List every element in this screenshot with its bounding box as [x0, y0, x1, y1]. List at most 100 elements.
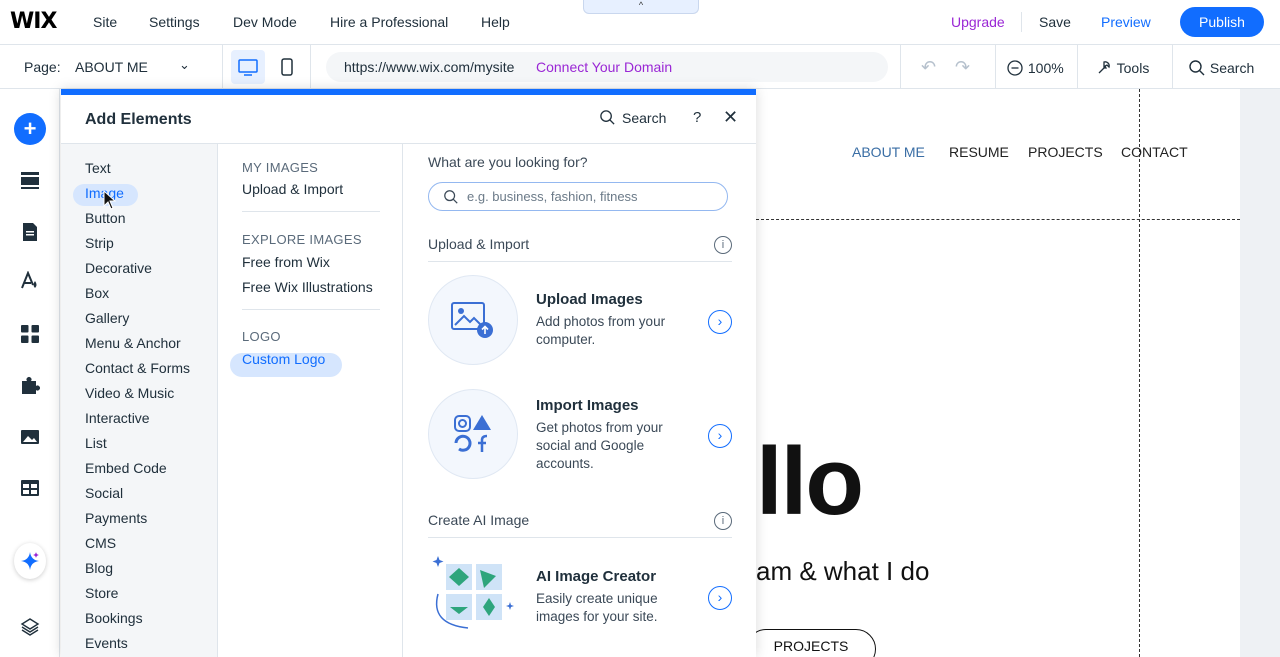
divider [428, 537, 732, 538]
redo-icon[interactable]: ↷ [955, 57, 970, 78]
add-elements-button[interactable]: + [14, 113, 46, 145]
media-button[interactable] [14, 421, 46, 453]
category-bookings[interactable]: Bookings [85, 610, 143, 626]
menu-help[interactable]: Help [481, 14, 510, 30]
divider [428, 261, 732, 262]
table-icon [21, 480, 39, 496]
image-search-input[interactable]: e.g. business, fashion, fitness [428, 182, 728, 211]
category-cms[interactable]: CMS [85, 535, 116, 551]
layers-icon [20, 618, 40, 636]
free-from-wix-link[interactable]: Free from Wix [242, 254, 330, 270]
projects-button[interactable]: PROJECTS [746, 629, 876, 657]
category-gallery[interactable]: Gallery [85, 310, 129, 326]
ai-assistant-button[interactable] [14, 543, 46, 579]
pages-button[interactable] [14, 216, 46, 248]
divider [242, 309, 380, 310]
category-contact-forms[interactable]: Contact & Forms [85, 360, 190, 376]
top-bar: WIX Site Settings Dev Mode Hire a Profes… [0, 0, 1280, 45]
sections-icon [21, 172, 39, 189]
image-icon [21, 430, 39, 444]
undo-icon[interactable]: ↶ [921, 57, 936, 78]
upgrade-link[interactable]: Upgrade [951, 14, 1005, 30]
menu-hire-a-professional[interactable]: Hire a Professional [330, 14, 448, 30]
help-icon[interactable]: ? [693, 109, 701, 126]
page-selector[interactable]: ABOUT ME [75, 59, 148, 75]
category-box[interactable]: Box [85, 285, 109, 301]
panel-title: Add Elements [85, 111, 192, 128]
category-strip[interactable]: Strip [85, 235, 114, 251]
info-icon[interactable]: i [714, 512, 732, 530]
connect-domain-link[interactable]: Connect Your Domain [536, 59, 672, 75]
ai-image-creator-title[interactable]: AI Image Creator [536, 568, 656, 585]
upload-images-thumbnail[interactable] [428, 275, 518, 365]
free-wix-illustrations-link[interactable]: Free Wix Illustrations [242, 279, 373, 295]
hero-heading[interactable]: llo [756, 432, 864, 532]
category-text[interactable]: Text [85, 160, 111, 176]
mobile-view-button[interactable] [276, 50, 298, 84]
site-nav-resume[interactable]: RESUME [949, 144, 1009, 160]
info-icon[interactable]: i [714, 236, 732, 254]
hero-tagline[interactable]: am & what I do [756, 556, 929, 587]
category-embed-code[interactable]: Embed Code [85, 460, 167, 476]
business-button[interactable] [14, 369, 46, 401]
site-url: https://www.wix.com/mysite [344, 59, 515, 75]
apps-button[interactable] [14, 318, 46, 350]
ai-image-creator-thumbnail[interactable] [428, 554, 518, 634]
chevron-down-icon[interactable]: ⌄ [179, 57, 190, 73]
chevron-right-icon[interactable]: › [708, 424, 732, 448]
tools-button[interactable]: Tools [1095, 59, 1149, 77]
category-menu-anchor[interactable]: Menu & Anchor [85, 335, 181, 351]
chevron-right-icon[interactable]: › [708, 310, 732, 334]
desktop-view-button[interactable] [231, 50, 265, 84]
wix-logo[interactable]: WIX [10, 9, 57, 34]
upload-images-description: Add photos from your computer. [536, 314, 666, 347]
collapse-toolbar-tab[interactable]: ^ [583, 0, 699, 14]
menu-site[interactable]: Site [93, 14, 117, 30]
category-list[interactable]: List [85, 435, 107, 451]
upload-images-title[interactable]: Upload Images [536, 291, 643, 308]
design-icon [21, 271, 37, 289]
menu-dev-mode[interactable]: Dev Mode [233, 14, 297, 30]
grid-guide-vertical [1139, 89, 1140, 657]
editor-search-button[interactable]: Search [1188, 59, 1254, 77]
category-social[interactable]: Social [85, 485, 123, 501]
panel-header: Add Elements Search ? ✕ [61, 95, 756, 144]
category-payments[interactable]: Payments [85, 510, 147, 526]
upload-import-link[interactable]: Upload & Import [242, 181, 343, 197]
design-button[interactable] [14, 265, 46, 297]
import-images-title[interactable]: Import Images [536, 397, 639, 414]
zoom-control[interactable]: 100% [1006, 59, 1064, 77]
site-url-bar[interactable]: https://www.wix.com/mysite Connect Your … [326, 52, 888, 82]
save-button[interactable]: Save [1039, 14, 1071, 30]
mobile-icon [281, 58, 293, 76]
category-interactive[interactable]: Interactive [85, 410, 150, 426]
panel-search-label: Search [622, 110, 667, 126]
category-button[interactable]: Button [85, 210, 125, 226]
panel-search-button[interactable]: Search [599, 109, 666, 126]
sections-button[interactable] [14, 164, 46, 196]
divider [242, 211, 380, 212]
site-nav-projects[interactable]: PROJECTS [1028, 144, 1103, 160]
search-label: Search [1209, 60, 1255, 76]
category-video-music[interactable]: Video & Music [85, 385, 174, 401]
close-icon[interactable]: ✕ [723, 107, 738, 128]
import-images-thumbnail[interactable] [428, 389, 518, 479]
cms-button[interactable] [14, 472, 46, 504]
search-icon [600, 110, 615, 125]
explore-images-heading: EXPLORE IMAGES [242, 232, 362, 247]
publish-button[interactable]: Publish [1180, 7, 1264, 37]
menu-settings[interactable]: Settings [149, 14, 200, 30]
canvas-gutter [1240, 89, 1280, 657]
category-decorative[interactable]: Decorative [85, 260, 152, 276]
preview-button[interactable]: Preview [1101, 14, 1151, 30]
category-blog[interactable]: Blog [85, 560, 113, 576]
site-nav-contact[interactable]: CONTACT [1121, 144, 1188, 160]
custom-logo-link[interactable]: Custom Logo [242, 351, 325, 367]
search-icon [444, 190, 458, 204]
category-store[interactable]: Store [85, 585, 118, 601]
layers-button[interactable] [14, 611, 46, 643]
chevron-right-icon[interactable]: › [708, 586, 732, 610]
category-events[interactable]: Events [85, 635, 128, 651]
create-ai-image-heading: Create AI Image [428, 512, 530, 528]
site-nav-about[interactable]: ABOUT ME [852, 144, 925, 160]
